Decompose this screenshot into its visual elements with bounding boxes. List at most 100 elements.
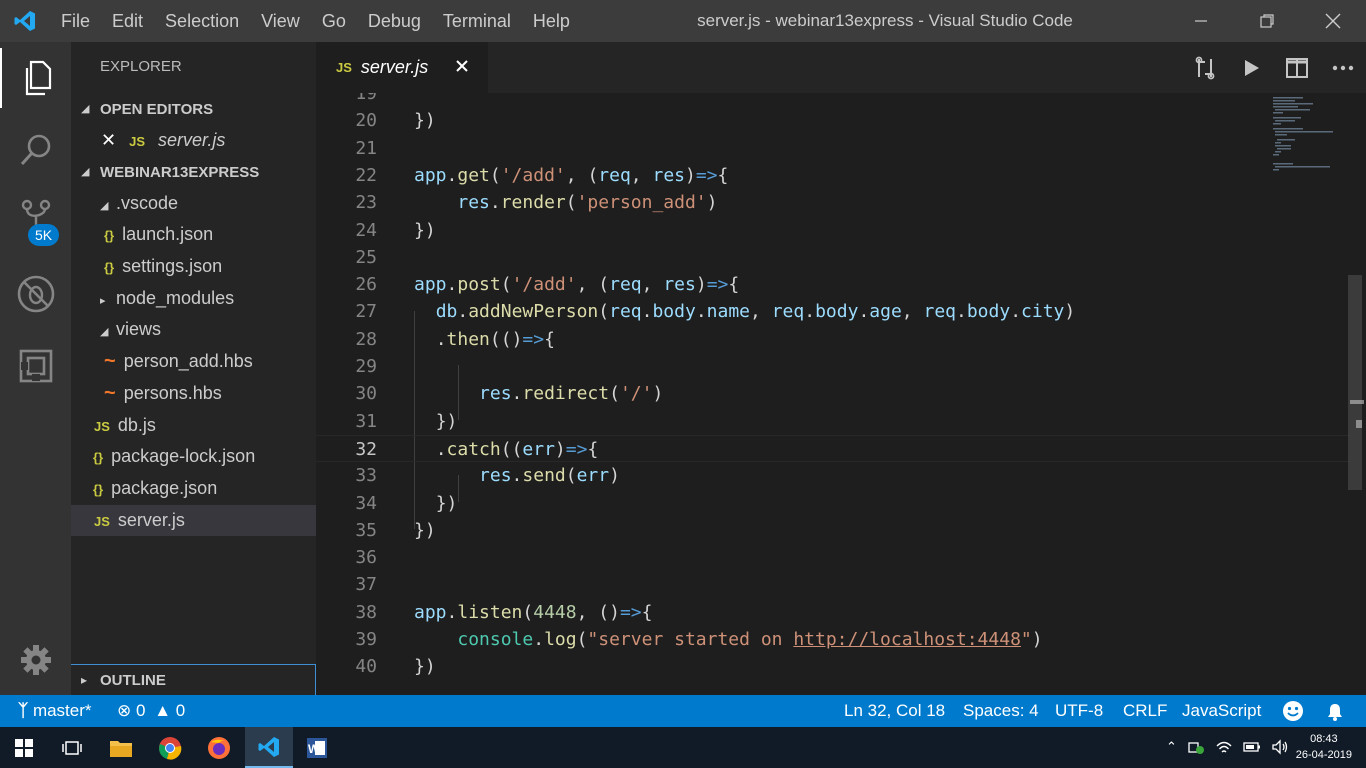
title-bar: File Edit Selection View Go Debug Termin… (0, 0, 1366, 42)
code-line[interactable]: 36 (316, 544, 1350, 571)
tree-item-launch-json[interactable]: {} launch.json (71, 219, 316, 251)
editor-actions (1182, 42, 1366, 93)
open-changes-button[interactable] (1182, 42, 1228, 93)
code-line[interactable]: 25 (316, 244, 1350, 271)
manage-activity[interactable] (0, 630, 71, 690)
menu-edit[interactable]: Edit (101, 0, 154, 42)
menu-terminal[interactable]: Terminal (432, 0, 522, 42)
language-status[interactable]: JavaScript (1182, 695, 1261, 727)
more-actions-button[interactable] (1320, 42, 1366, 93)
code-line[interactable]: 28 .then(()=>{ (316, 326, 1350, 353)
code-line[interactable]: 21 (316, 135, 1350, 162)
code-line[interactable]: 37 (316, 571, 1350, 598)
code-line[interactable]: 40}) (316, 653, 1350, 680)
tab-server-js[interactable]: JS server.js (316, 42, 488, 93)
code-line[interactable]: 33 res.send(err) (316, 462, 1350, 489)
code-line[interactable]: 26 app.post('/add', (req, res)=>{ (316, 271, 1350, 298)
debug-activity[interactable] (0, 264, 71, 324)
line-number: 40 (355, 656, 377, 678)
tree-item-person-add-hbs[interactable]: ~ person_add.hbs (71, 346, 316, 378)
chrome-icon (159, 736, 182, 760)
code-line[interactable]: 20}) (316, 107, 1350, 134)
scrollbar-marker (1356, 420, 1362, 428)
search-activity[interactable] (0, 120, 71, 180)
open-editor-item[interactable]: ✕ JS server.js (71, 125, 316, 157)
indentation-status[interactable]: Spaces: 4 (963, 695, 1039, 727)
tree-item-db-js[interactable]: JS db.js (71, 410, 316, 442)
code-line[interactable]: 30 res.redirect('/') (316, 380, 1350, 407)
start-button[interactable] (0, 727, 48, 768)
minimap[interactable] (1271, 95, 1351, 185)
menu-debug[interactable]: Debug (357, 0, 432, 42)
line-number: 33 (355, 465, 377, 487)
taskbar-clock[interactable]: 08:43 26-04-2019 (1296, 731, 1352, 763)
code-line[interactable]: 24}) (316, 217, 1350, 244)
tree-item-package-json[interactable]: {} package.json (71, 473, 316, 505)
eol-status[interactable]: CRLF (1123, 695, 1167, 727)
problems-status[interactable]: ⊗ 0 ▲ 0 (117, 695, 185, 727)
tree-item-node-modules[interactable]: ▸ node_modules (71, 283, 316, 315)
code-line[interactable]: 23 res.render('person_add') (316, 189, 1350, 216)
taskbar-file-explorer[interactable] (97, 727, 145, 768)
network-status-icon[interactable] (1187, 739, 1205, 755)
taskbar-word[interactable]: W (293, 727, 341, 768)
code-line[interactable]: 34 }) (316, 490, 1350, 517)
run-button[interactable] (1228, 42, 1274, 93)
branch-status[interactable]: ᛉ master* (18, 695, 92, 727)
line-number: 24 (355, 219, 377, 241)
menu-bar: File Edit Selection View Go Debug Termin… (50, 0, 581, 42)
wifi-icon[interactable] (1215, 739, 1233, 755)
tree-item-views[interactable]: ◢ views (71, 314, 316, 346)
taskbar-vscode[interactable] (245, 727, 293, 768)
warning-icon: ▲ (154, 701, 172, 720)
taskbar-firefox[interactable] (195, 727, 243, 768)
line-number: 31 (355, 410, 377, 432)
chevron-up-icon[interactable]: ⌃ (1166, 739, 1177, 755)
close-tab-icon[interactable] (452, 56, 472, 76)
minimize-button[interactable] (1168, 0, 1234, 42)
tree-item-server-js[interactable]: JS server.js (71, 504, 316, 537)
tree-item-package-lock-json[interactable]: {} package-lock.json (71, 441, 316, 473)
code-line[interactable]: 27 db.addNewPerson(req.body.name, req.bo… (316, 298, 1350, 325)
taskbar-chrome[interactable] (146, 727, 194, 768)
code-line[interactable]: 31 }) (316, 408, 1350, 435)
volume-icon[interactable] (1271, 739, 1289, 755)
workspace-section[interactable]: ◢ WEBINAR13EXPRESS (71, 157, 316, 188)
tree-item-label: .vscode (116, 192, 179, 213)
code-editor[interactable]: 19 20}) 21 22 app.get('/add', (req, res)=>{2… (316, 93, 1366, 695)
code-line[interactable]: 38 app.listen(4448, ()=>{ (316, 599, 1350, 626)
close-window-button[interactable] (1300, 0, 1366, 42)
menu-selection[interactable]: Selection (154, 0, 250, 42)
code-line[interactable]: 32 .catch((err)=>{ (316, 434, 1350, 463)
vertical-scrollbar[interactable] (1348, 275, 1362, 490)
close-editor-icon[interactable]: ✕ (101, 130, 116, 150)
explorer-sidebar: EXPLORER ◢ OPEN EDITORS ✕ JS server.js ◢… (71, 42, 316, 695)
extensions-activity[interactable] (0, 336, 71, 396)
task-view-button[interactable] (48, 727, 96, 768)
menu-go[interactable]: Go (311, 0, 357, 42)
tree-item-persons-hbs[interactable]: ~ persons.hbs (71, 378, 316, 410)
code-line[interactable]: 35}) (316, 517, 1350, 544)
json-file-icon: {} (104, 260, 115, 276)
code-line[interactable]: 22 app.get('/add', (req, res)=>{ (316, 162, 1350, 189)
code-line[interactable]: 19 (316, 93, 1350, 107)
code-line[interactable]: 29 (316, 353, 1350, 380)
js-file-icon: JS (94, 418, 110, 434)
outline-section[interactable]: ▸ OUTLINE (71, 664, 316, 695)
menu-view[interactable]: View (250, 0, 311, 42)
code-line[interactable]: 39 console.log("server started on http:/… (316, 626, 1350, 653)
tree-item-settings-json[interactable]: {} settings.json (71, 251, 316, 283)
line-code: }) (435, 492, 458, 514)
split-editor-button[interactable] (1274, 42, 1320, 93)
explorer-activity[interactable] (0, 48, 71, 108)
tree-item-vscode[interactable]: ◢ .vscode (71, 188, 316, 220)
open-editors-section[interactable]: ◢ OPEN EDITORS (71, 94, 316, 125)
menu-help[interactable]: Help (522, 0, 581, 42)
tree-item-label: persons.hbs (123, 382, 222, 403)
cursor-position[interactable]: Ln 32, Col 18 (844, 695, 945, 727)
menu-file[interactable]: File (50, 0, 101, 42)
word-icon: W (307, 737, 327, 758)
encoding-status[interactable]: UTF-8 (1055, 695, 1103, 727)
restore-button[interactable] (1234, 0, 1300, 42)
battery-icon[interactable] (1243, 741, 1261, 753)
